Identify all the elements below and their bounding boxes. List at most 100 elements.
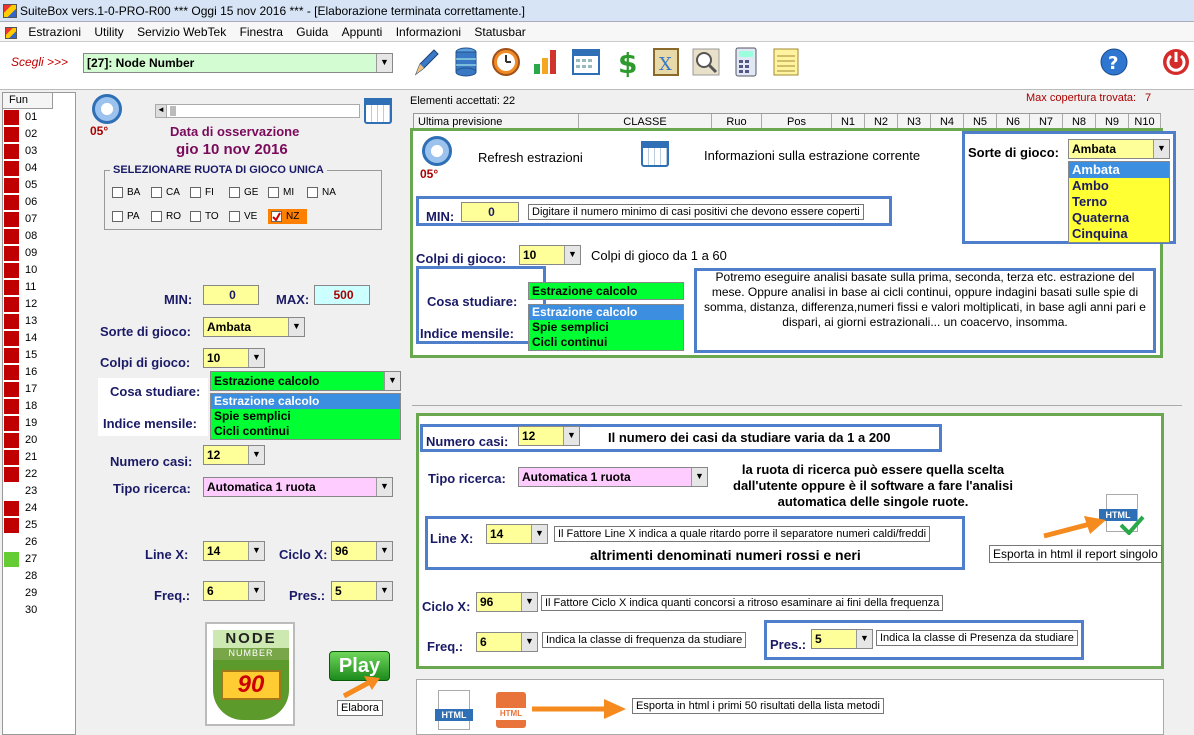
fun-row[interactable]: 06 [3, 194, 75, 211]
html-file-icon[interactable]: HTML [1099, 494, 1145, 535]
ruota-checkbox-ve[interactable]: VE [229, 210, 268, 222]
chevron-down-icon[interactable]: ▼ [564, 246, 580, 264]
ruota-checkbox-to[interactable]: TO [190, 210, 229, 222]
menu-item-appunti[interactable]: Appunti [337, 22, 388, 42]
magnifier-icon[interactable] [690, 46, 722, 78]
chevron-down-icon[interactable]: ▼ [376, 478, 392, 496]
checkbox-icon[interactable] [112, 186, 123, 198]
chevron-down-icon[interactable]: ▼ [248, 349, 264, 367]
menu-item-informazioni[interactable]: Informazioni [391, 22, 466, 42]
power-icon[interactable] [1160, 46, 1192, 78]
cosa-option[interactable]: Spie semplici [211, 409, 400, 424]
chevron-down-icon[interactable]: ▼ [248, 542, 264, 560]
cosa-option[interactable]: Estrazione calcolo [529, 305, 683, 320]
checkbox-icon[interactable] [112, 210, 123, 222]
tipo-select[interactable]: Automatica 1 ruota ▼ [203, 477, 393, 497]
chevron-down-icon[interactable]: ▼ [376, 54, 392, 72]
chart-icon[interactable] [530, 46, 562, 78]
fun-row[interactable]: 21 [3, 449, 75, 466]
fun-row[interactable]: 15 [3, 347, 75, 364]
colpi-select[interactable]: 10 ▼ [519, 245, 581, 265]
checkbox-icon[interactable] [151, 186, 162, 198]
numcasi-select[interactable]: 12 ▼ [518, 426, 580, 446]
tipo-select[interactable]: Automatica 1 ruota ▼ [518, 467, 708, 487]
sorte-option[interactable]: Quaterna [1069, 210, 1169, 226]
fun-row[interactable]: 05 [3, 177, 75, 194]
fun-row[interactable]: 24 [3, 500, 75, 517]
chevron-down-icon[interactable]: ▼ [384, 372, 400, 390]
fun-row[interactable]: 10 [3, 262, 75, 279]
cosa-select[interactable]: Estrazione calcolo [528, 282, 684, 300]
freq-select[interactable]: 6 ▼ [476, 632, 538, 652]
sorte-select[interactable]: Ambata ▼ [1068, 139, 1170, 159]
checkbox-icon[interactable] [271, 210, 282, 222]
calculator-icon[interactable] [730, 46, 762, 78]
function-select[interactable]: [27]: Node Number ▼ [83, 53, 393, 73]
fun-row[interactable]: 27 [3, 551, 75, 568]
dollar-icon[interactable]: $ [610, 46, 642, 80]
menu-item-utility[interactable]: Utility [89, 22, 128, 42]
calendar-icon[interactable] [641, 141, 669, 167]
sorte-option[interactable]: Terno [1069, 194, 1169, 210]
fun-row[interactable]: 08 [3, 228, 75, 245]
refresh-gear-icon[interactable] [92, 94, 122, 124]
sorte-option[interactable]: Ambata [1069, 162, 1169, 178]
fun-row[interactable]: 18 [3, 398, 75, 415]
linex-select[interactable]: 14 ▼ [203, 541, 265, 561]
ruota-checkbox-nz[interactable]: NZ [268, 208, 307, 224]
checkbox-icon[interactable] [268, 186, 279, 198]
fun-row[interactable]: 26 [3, 534, 75, 551]
cosa-option[interactable]: Estrazione calcolo [211, 394, 400, 409]
checkbox-icon[interactable] [229, 210, 240, 222]
ciclox-select[interactable]: 96 ▼ [331, 541, 393, 561]
checkbox-icon[interactable] [151, 210, 162, 222]
chevron-down-icon[interactable]: ▼ [376, 582, 392, 600]
min-input[interactable]: 0 [461, 202, 519, 222]
max-input[interactable]: 500 [314, 285, 370, 305]
fun-row[interactable]: 17 [3, 381, 75, 398]
menu-item-estrazioni[interactable]: Estrazioni [23, 22, 86, 42]
fun-row[interactable]: 07 [3, 211, 75, 228]
menu-app-icon[interactable] [0, 22, 20, 42]
checkbox-icon[interactable] [190, 186, 201, 198]
chevron-down-icon[interactable]: ▼ [248, 446, 264, 464]
pres-select[interactable]: 5 ▼ [331, 581, 393, 601]
chevron-down-icon[interactable]: ▼ [856, 630, 872, 648]
pres-select[interactable]: 5 ▼ [811, 629, 873, 649]
fun-row[interactable]: 04 [3, 160, 75, 177]
chevron-down-icon[interactable]: ▼ [1153, 140, 1169, 158]
fun-row[interactable]: 29 [3, 585, 75, 602]
linex-select[interactable]: 14 ▼ [486, 524, 548, 544]
sorte-select[interactable]: Ambata ▼ [203, 317, 305, 337]
cosa-option[interactable]: Cicli continui [529, 335, 683, 350]
sorte-option[interactable]: Cinquina [1069, 226, 1169, 242]
fun-row[interactable]: 22 [3, 466, 75, 483]
pen-icon[interactable] [410, 46, 442, 78]
html-export-icon[interactable]: HTML [496, 692, 526, 728]
ruota-checkbox-pa[interactable]: PA [112, 210, 151, 222]
fun-row[interactable]: 16 [3, 364, 75, 381]
ruota-checkbox-mi[interactable]: MI [268, 186, 307, 198]
calendar-icon[interactable] [364, 98, 392, 124]
menu-item-guida[interactable]: Guida [291, 22, 333, 42]
fun-row[interactable]: 30 [3, 602, 75, 619]
menu-item-finestra[interactable]: Finestra [235, 22, 288, 42]
fun-row[interactable]: 28 [3, 568, 75, 585]
ruota-checkbox-ba[interactable]: BA [112, 186, 151, 198]
fun-row[interactable]: 09 [3, 245, 75, 262]
colpi-select[interactable]: 10 ▼ [203, 348, 265, 368]
chevron-down-icon[interactable]: ▼ [691, 468, 707, 486]
fun-row[interactable]: 03 [3, 143, 75, 160]
min-input[interactable]: 0 [203, 285, 259, 305]
notepad-icon[interactable] [770, 46, 802, 78]
refresh-gear-icon[interactable] [422, 136, 452, 166]
menu-item-webtek[interactable]: Servizio WebTek [132, 22, 231, 42]
ruota-checkbox-fi[interactable]: FI [190, 186, 229, 198]
fun-row[interactable]: 23 [3, 483, 75, 500]
ruota-checkbox-ro[interactable]: RO [151, 210, 190, 222]
checkbox-icon[interactable] [307, 186, 318, 198]
chevron-down-icon[interactable]: ▼ [531, 525, 547, 543]
ruota-checkbox-ca[interactable]: CA [151, 186, 190, 198]
date-scrollbar[interactable]: ◄ [155, 104, 360, 118]
numcasi-select[interactable]: 12 ▼ [203, 445, 265, 465]
